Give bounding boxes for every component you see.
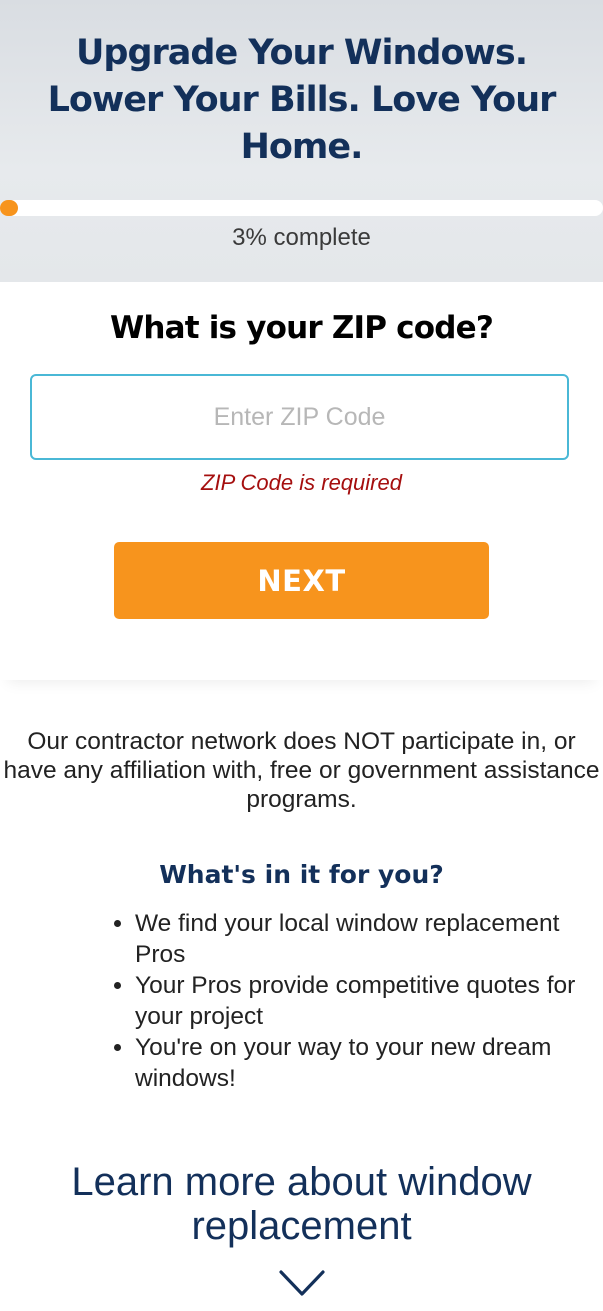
progress-bar-fill	[0, 200, 19, 216]
benefit-item: Your Pros provide competitive quotes for…	[135, 970, 603, 1032]
hero-section: Upgrade Your Windows. Lower Your Bills. …	[0, 0, 603, 282]
zip-code-input[interactable]	[30, 374, 569, 460]
benefits-list: We find your local window replacement Pr…	[102, 908, 603, 1094]
learn-more-link[interactable]: Learn more about window replacement	[0, 1160, 603, 1248]
benefits-heading: What's in it for you?	[159, 860, 444, 889]
question-heading: What is your ZIP code?	[109, 310, 494, 346]
page-title: Upgrade Your Windows. Lower Your Bills. …	[47, 33, 557, 167]
progress-label: 3% complete	[232, 224, 371, 251]
progress-bar	[0, 200, 603, 216]
next-button[interactable]: NEXT	[114, 542, 489, 619]
benefit-item: You're on your way to your new dream win…	[135, 1032, 603, 1094]
zip-form: What is your ZIP code? ZIP Code is requi…	[0, 282, 603, 680]
zip-error-message: ZIP Code is required	[201, 470, 402, 495]
chevron-down-icon[interactable]	[278, 1268, 326, 1298]
disclaimer-text: Our contractor network does NOT particip…	[3, 728, 600, 813]
benefit-item: We find your local window replacement Pr…	[135, 908, 603, 970]
